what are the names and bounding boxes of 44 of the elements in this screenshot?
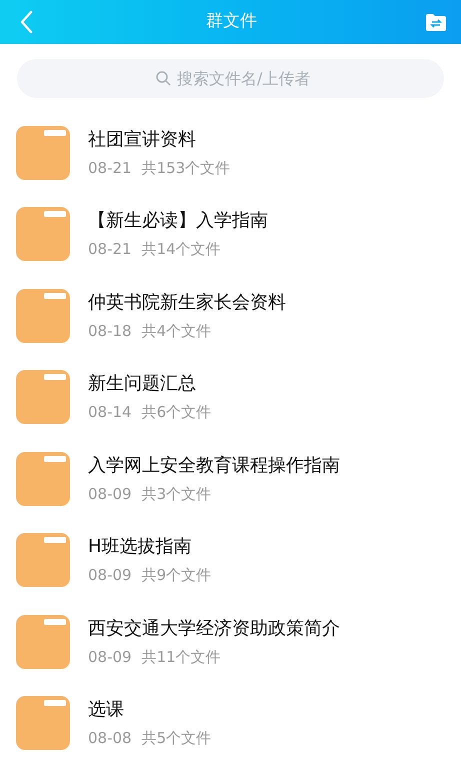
- transfer-icon[interactable]: [425, 11, 447, 33]
- folder-date: 08-21: [88, 239, 132, 260]
- folder-row[interactable]: 选课 08-08 共5个文件: [0, 682, 461, 764]
- folder-name: 选课: [88, 698, 125, 722]
- folder-name: 新生问题汇总: [88, 372, 197, 396]
- file-count: 共6个文件: [142, 402, 212, 422]
- folder-icon: [16, 370, 70, 424]
- folder-name: 入学网上安全教育课程操作指南: [88, 454, 340, 478]
- folder-icon: [16, 207, 70, 262]
- file-count: 共153个文件: [142, 158, 230, 178]
- folder-name: 社团宣讲资料: [88, 128, 197, 152]
- folder-date: 08-09: [88, 646, 132, 667]
- folder-name: 【新生必读】入学指南: [88, 209, 268, 234]
- folder-name: 西安交通大学经济资助政策简介: [88, 616, 340, 641]
- folder-icon: [16, 696, 70, 750]
- folder-date: 08-09: [88, 565, 132, 586]
- file-count: 共11个文件: [142, 646, 221, 667]
- file-count: 共5个文件: [142, 728, 212, 748]
- folder-date: 08-18: [88, 320, 132, 341]
- folder-row[interactable]: 【新生必读】入学指南 08-21 共14个文件: [0, 194, 461, 275]
- file-count: 共3个文件: [142, 484, 212, 504]
- folder-date: 08-09: [88, 484, 132, 504]
- folder-row[interactable]: 新生问题汇总 08-14 共6个文件: [0, 356, 461, 438]
- file-count: 共14个文件: [142, 239, 221, 260]
- window-title: 群文件: [206, 10, 257, 34]
- folder-date: 08-21: [88, 158, 132, 178]
- folder-row[interactable]: 西安交通大学经济资助政策简介 08-09 共11个文件: [0, 601, 461, 682]
- folder-row[interactable]: H班选拔指南 08-09 共9个文件: [0, 520, 461, 601]
- file-count: 共9个文件: [142, 565, 212, 586]
- search-field[interactable]: 搜索文件名/上传者: [17, 59, 444, 98]
- folder-icon: [16, 452, 70, 506]
- folder-icon: [16, 288, 70, 343]
- folder-icon: [16, 126, 70, 180]
- folder-row[interactable]: 仲英书院新生家长会资料 08-18 共4个文件: [0, 275, 461, 356]
- search-icon: [156, 71, 171, 86]
- folder-row[interactable]: 社团宣讲资料 08-21 共153个文件: [0, 112, 461, 194]
- folder-date: 08-14: [88, 402, 132, 422]
- folder-name: H班选拔指南: [88, 535, 193, 560]
- folder-row[interactable]: 入学网上安全教育课程操作指南 08-09 共3个文件: [0, 438, 461, 520]
- folder-icon: [16, 533, 70, 588]
- folder-name: 仲英书院新生家长会资料: [88, 290, 286, 315]
- folder-icon: [16, 614, 70, 669]
- file-count: 共4个文件: [142, 320, 212, 341]
- folder-date: 08-08: [88, 728, 132, 748]
